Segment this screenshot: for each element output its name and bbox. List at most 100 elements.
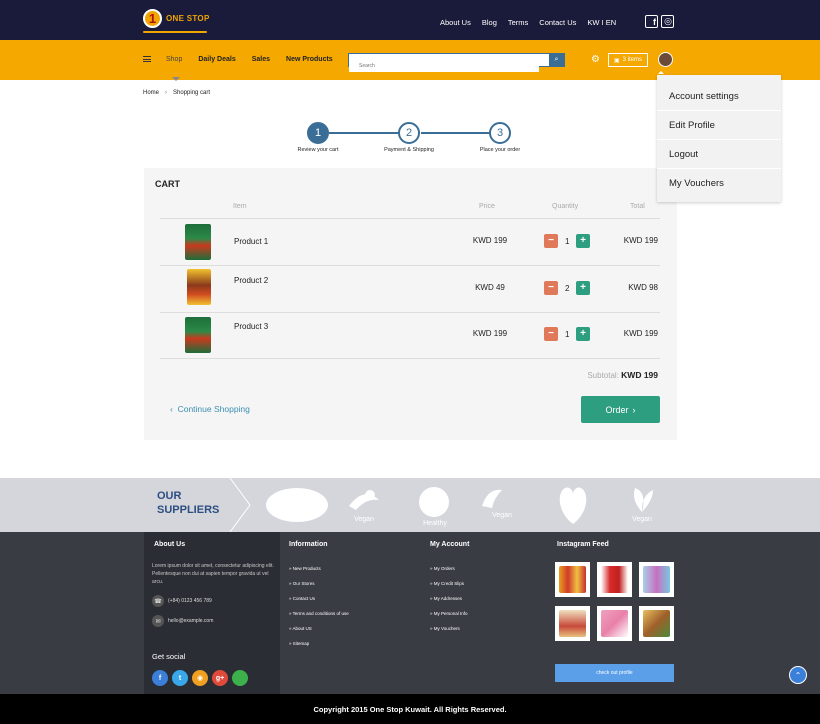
email-address[interactable]: hello@example.com	[168, 618, 213, 624]
logo[interactable]: 1 ONE STOP	[143, 9, 210, 33]
footer-link[interactable]: » Terms and conditions of use	[289, 611, 349, 626]
footer-link[interactable]: » My Credit Slips	[430, 581, 468, 596]
instagram-photo[interactable]	[639, 606, 674, 641]
footer-link[interactable]: » My Orders	[430, 566, 468, 581]
language-switcher[interactable]: KW I EN	[587, 18, 616, 27]
instagram-photo[interactable]	[555, 562, 590, 597]
plus-icon[interactable]: +	[576, 281, 590, 295]
footer-link[interactable]: » Our Stores	[289, 581, 349, 596]
search-bar: ⌕	[348, 53, 565, 72]
supplier-logo[interactable]: Vegan	[344, 486, 384, 523]
footer-link[interactable]: » New Products	[289, 566, 349, 581]
footer-link[interactable]: » Sitemap	[289, 641, 349, 656]
footer-about: About Us Lorem ipsum dolor sit amet, con…	[144, 532, 280, 694]
cart-count: 3 items	[622, 57, 643, 63]
product-image[interactable]	[185, 224, 211, 260]
supplier-name: Healthy	[423, 520, 447, 527]
instagram-photo[interactable]	[555, 606, 590, 641]
instagram-photo[interactable]	[597, 562, 632, 597]
footer-link[interactable]: » My Personal Info	[430, 611, 468, 626]
plus-icon[interactable]: +	[576, 327, 590, 341]
nav-daily-deals[interactable]: Daily Deals	[198, 56, 235, 63]
footer-information: Information » New Products » Our Stores …	[289, 532, 409, 694]
cart-panel: CART Item Price Quantity Total Product 1…	[144, 168, 677, 440]
order-button[interactable]: Order ›	[581, 396, 660, 423]
menu-item-logout[interactable]: Logout	[657, 140, 781, 169]
cart-title: CART	[155, 179, 180, 189]
line-total: KWD 199	[623, 236, 658, 245]
product-price: KWD 199	[472, 329, 508, 338]
cart-button[interactable]: ▣ 3 items	[608, 53, 649, 67]
logo-mark: 1	[143, 9, 162, 28]
footer-link[interactable]: » My Vouchers	[430, 626, 468, 641]
facebook-icon[interactable]: f	[645, 15, 658, 28]
supplier-logo[interactable]: Healthy	[418, 486, 452, 527]
gear-icon[interactable]: ⚙	[591, 55, 600, 65]
nav-sales[interactable]: Sales	[252, 56, 270, 63]
supplier-logo[interactable]	[264, 486, 330, 524]
instagram-photo[interactable]	[597, 606, 632, 641]
avatar[interactable]	[658, 52, 673, 67]
nav-new-products[interactable]: New Products	[286, 56, 333, 63]
breadcrumb-home[interactable]: Home	[143, 90, 159, 96]
supplier-name: Vegan	[492, 512, 512, 519]
product-price: KWD 49	[475, 283, 505, 292]
footer: About Us Lorem ipsum dolor sit amet, con…	[0, 532, 820, 694]
supplier-logo[interactable]	[555, 484, 591, 526]
phone-icon: ☎	[152, 595, 164, 607]
footer-link[interactable]: » Contact Us	[289, 596, 349, 611]
nav-shop[interactable]: Shop	[166, 56, 182, 63]
product-name[interactable]: Product 3	[234, 322, 268, 331]
product-image[interactable]	[187, 269, 211, 305]
logo-text: ONE STOP	[166, 14, 210, 23]
product-image[interactable]	[185, 317, 211, 353]
product-name[interactable]: Product 1	[234, 237, 268, 246]
column-price: Price	[479, 203, 495, 210]
continue-shopping-link[interactable]: ‹ Continue Shopping	[170, 404, 250, 414]
divider	[160, 218, 660, 219]
menu-item-account-settings[interactable]: Account settings	[657, 82, 781, 111]
footer-phone: ☎ (+84) 0123 456 789	[152, 595, 212, 607]
footer-link[interactable]: » My Addresses	[430, 596, 468, 611]
phone-number: (+84) 0123 456 789	[168, 598, 212, 604]
menu-item-my-vouchers[interactable]: My Vouchers	[657, 169, 781, 198]
column-item: Item	[233, 203, 247, 210]
active-nav-indicator	[172, 77, 180, 81]
menu-item-edit-profile[interactable]: Edit Profile	[657, 111, 781, 140]
topnav-terms[interactable]: Terms	[508, 18, 528, 27]
topnav-about-us[interactable]: About Us	[440, 18, 471, 27]
minus-icon[interactable]: −	[544, 234, 558, 248]
instagram-heading: Instagram Feed	[557, 541, 609, 548]
step-label: Payment & Shipping	[384, 147, 434, 153]
minus-icon[interactable]: −	[544, 281, 558, 295]
scroll-to-top-icon[interactable]: ⌃	[789, 666, 807, 684]
check-out-profile-button[interactable]: check out profile	[555, 664, 674, 682]
step-label: Review your cart	[297, 147, 339, 153]
footer-information-links: » New Products » Our Stores » Contact Us…	[289, 566, 349, 656]
search-icon[interactable]: ⌕	[549, 54, 564, 66]
minus-icon[interactable]: −	[544, 327, 558, 341]
topnav-blog[interactable]: Blog	[482, 18, 497, 27]
search-input[interactable]	[349, 60, 539, 72]
google-plus-icon[interactable]: g+	[212, 670, 228, 686]
menu-icon[interactable]	[143, 56, 151, 62]
share-icon[interactable]	[232, 670, 248, 686]
facebook-icon[interactable]: f	[152, 670, 168, 686]
rss-icon[interactable]: ◉	[192, 670, 208, 686]
account-dropdown: Account settings Edit Profile Logout My …	[657, 75, 781, 202]
plus-icon[interactable]: +	[576, 234, 590, 248]
step-number: 2	[398, 122, 420, 144]
topnav-contact-us[interactable]: Contact Us	[539, 18, 576, 27]
product-name[interactable]: Product 2	[234, 276, 268, 285]
quantity-stepper: − 2 +	[544, 281, 590, 295]
twitter-icon[interactable]: t	[172, 670, 188, 686]
instagram-icon[interactable]: ◎	[661, 15, 674, 28]
step-label: Place your order	[479, 147, 521, 153]
logo-underline	[143, 31, 207, 33]
supplier-logo[interactable]: Vegan	[478, 486, 526, 519]
cart-icon: ▣	[614, 57, 620, 64]
step-number: 1	[307, 122, 329, 144]
instagram-photo[interactable]	[639, 562, 674, 597]
supplier-logo[interactable]: Vegan	[627, 486, 657, 523]
footer-link[interactable]: » About US	[289, 626, 349, 641]
